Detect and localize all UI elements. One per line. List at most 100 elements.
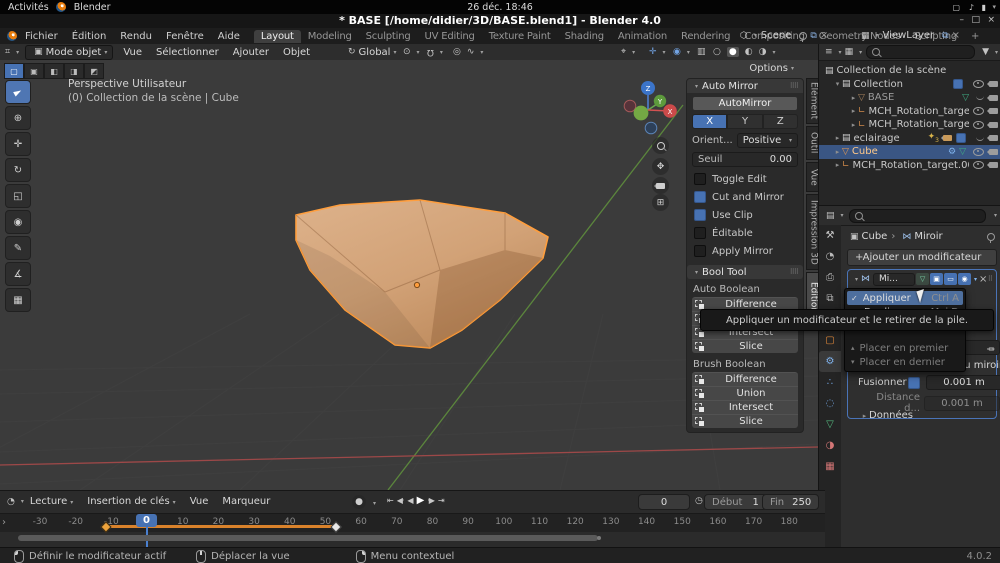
outliner-row-mch-3[interactable]: ▸ ∟ MCH_Rotation_target.001 xyxy=(819,159,1000,173)
bisect-value-field[interactable]: 0.001 m xyxy=(924,396,1000,411)
eyedropper-icon[interactable]: ✎ xyxy=(984,341,996,353)
breadcrumb-modifier[interactable]: Miroir xyxy=(914,231,942,242)
scale-tool[interactable]: ◱ xyxy=(5,184,31,208)
hide-icon[interactable] xyxy=(973,121,984,129)
frame-start-field[interactable]: Début1 xyxy=(704,494,767,510)
select-mode-new[interactable]: ▢ xyxy=(4,63,24,79)
keying-chevron[interactable]: ▾ xyxy=(373,500,376,507)
move-tool[interactable]: ✛ xyxy=(5,132,31,156)
select-mode-intersect[interactable]: ◩ xyxy=(84,63,104,79)
workspace-tab-uv-editing[interactable]: UV Editing xyxy=(418,30,482,43)
axis-x-button[interactable]: X xyxy=(692,114,727,129)
pin-icon[interactable] xyxy=(799,32,807,40)
tab-physics[interactable]: ◌ xyxy=(819,393,841,414)
drag-dots-icon[interactable]: ⠿⠿ xyxy=(790,82,798,90)
menu-fenetre[interactable]: Fenêtre xyxy=(166,31,204,42)
add-modifier-button[interactable]: + Ajouter un modificateur xyxy=(847,249,997,266)
mode-selector[interactable]: ▣ Mode objet▾ xyxy=(25,45,113,60)
tab-texture[interactable]: ▦ xyxy=(819,456,841,477)
play-reverse-button[interactable]: ◀ xyxy=(407,496,412,505)
tab-render[interactable]: ◔ xyxy=(819,246,841,267)
jump-start-button[interactable]: ⇤ xyxy=(387,496,393,505)
menu-item-placer-dernier[interactable]: ▾ Placer en dernier xyxy=(845,355,965,369)
shading-material-icon[interactable]: ◐ xyxy=(745,47,753,57)
menu-rendu[interactable]: Rendu xyxy=(120,31,152,42)
edit-mode-toggle[interactable]: ▣ xyxy=(930,273,943,285)
editor-type-icon[interactable]: ▤ xyxy=(826,211,835,221)
overlays-toggle[interactable]: ◉▾ xyxy=(670,47,690,57)
menu-fichier[interactable]: Fichier xyxy=(25,31,58,42)
current-frame-field[interactable]: 0 xyxy=(638,494,690,510)
apply-mirror-option[interactable]: Apply Mirror xyxy=(694,245,796,257)
select-mode-subtract[interactable]: ◧ xyxy=(44,63,64,79)
tab-output[interactable]: ⎙ xyxy=(819,267,841,288)
delete-scene-icon[interactable]: × xyxy=(820,30,828,41)
render-visibility-icon[interactable] xyxy=(989,108,998,114)
keyframe-diamond-end[interactable] xyxy=(330,521,341,532)
drag-dots-icon[interactable]: ⠿⠿ xyxy=(790,268,798,276)
cut-and-mirror-option[interactable]: Cut and Mirror xyxy=(694,191,796,203)
workspace-tab-animation[interactable]: Animation xyxy=(611,30,674,43)
render-visibility-icon[interactable] xyxy=(989,135,998,141)
expand-icon[interactable]: ▸ xyxy=(833,134,842,142)
play-button[interactable]: ▶ xyxy=(417,495,424,506)
render-visibility-icon[interactable] xyxy=(989,95,998,101)
render-visibility-icon[interactable] xyxy=(989,81,998,87)
toggle-edit-option[interactable]: Toggle Edit xyxy=(694,173,796,185)
axis-y-button[interactable]: Y xyxy=(727,114,762,129)
auto-keying-button[interactable]: ● xyxy=(352,495,366,509)
delete-viewlayer-icon[interactable]: × xyxy=(952,30,960,41)
npanel-tab-element[interactable]: Élément xyxy=(806,78,818,124)
filter-icon[interactable]: ▼ xyxy=(982,47,989,57)
scene-icon[interactable]: ⬡ xyxy=(740,31,748,41)
snap-toggle[interactable]: Ω▾ xyxy=(424,47,443,57)
brush-union-button[interactable]: Union xyxy=(692,386,798,400)
menu-selectionner[interactable]: Sélectionner xyxy=(156,47,219,58)
system-menu-chevron[interactable]: ▾ xyxy=(992,3,996,11)
drag-dots-icon[interactable]: ⠿ xyxy=(988,275,992,283)
merge-value-field[interactable]: 0.001 m xyxy=(926,375,1000,390)
expand-icon[interactable]: ▸ xyxy=(833,161,842,169)
outliner-row-mch-2[interactable]: ▸ ∟ MCH_Rotation_target. xyxy=(819,118,1000,132)
hide-icon[interactable] xyxy=(973,107,984,115)
realtime-toggle[interactable]: ▭ xyxy=(944,273,957,285)
jump-end-button[interactable]: ⇥ xyxy=(438,496,444,505)
extras-chevron[interactable]: ▾ xyxy=(974,276,977,283)
add-workspace-button[interactable]: + xyxy=(964,30,986,43)
render-visibility-icon[interactable] xyxy=(989,122,998,128)
options-chevron[interactable]: ▾ xyxy=(994,212,997,219)
display-mode-icon[interactable]: ▦ xyxy=(845,47,854,57)
outliner-row-eclairage[interactable]: ▸ ▤ eclairage ✦3 xyxy=(819,132,1000,146)
threshold-slider[interactable]: Seuil 0.00 xyxy=(692,152,798,167)
proportional-edit-toggle[interactable]: ◎∿▾ xyxy=(450,47,483,57)
tab-object[interactable]: ▢ xyxy=(819,330,841,351)
timeline-ruler[interactable]: › -30-20-1001020304050607080901001101201… xyxy=(0,513,825,532)
camera-view-button[interactable] xyxy=(652,177,669,194)
scrollbar-handle-dot[interactable] xyxy=(597,536,601,540)
annotate-tool[interactable]: ✎ xyxy=(5,236,31,260)
npanel-tab-vue[interactable]: Vue xyxy=(806,162,818,192)
expand-icon[interactable]: ▸ xyxy=(833,148,842,156)
menu-ajouter[interactable]: Ajouter xyxy=(233,47,269,58)
close-icon[interactable]: × xyxy=(979,274,987,285)
playhead-frame-badge[interactable]: 0 xyxy=(136,514,157,527)
shading-solid-icon[interactable]: ● xyxy=(727,47,739,57)
npanel-tab-impression-3d[interactable]: Impression 3D xyxy=(806,194,818,270)
select-box-tool[interactable]: ► xyxy=(5,80,31,104)
workspace-tab-modeling[interactable]: Modeling xyxy=(301,30,359,43)
add-cube-tool[interactable]: ▦ xyxy=(5,288,31,312)
brush-intersect-button[interactable]: Intersect xyxy=(692,400,798,414)
shading-rendered-icon[interactable]: ◑ xyxy=(759,47,767,57)
perspective-toggle-button[interactable]: ⊞ xyxy=(652,194,669,211)
menu-aide[interactable]: Aide xyxy=(218,31,240,42)
orient-dropdown[interactable]: Positive▾ xyxy=(737,133,798,148)
editor-type-icon[interactable]: ⌗ xyxy=(5,47,10,57)
menu-edition[interactable]: Édition xyxy=(72,31,107,42)
app-menu[interactable]: Blender xyxy=(74,2,111,13)
tab-view-layer[interactable]: ⧉ xyxy=(819,288,841,309)
tab-particles[interactable]: ∴ xyxy=(819,372,841,393)
render-toggle[interactable]: ◉ xyxy=(958,273,971,285)
editable-option[interactable]: Éditable xyxy=(694,227,796,239)
close-button[interactable]: × xyxy=(987,15,995,25)
menu-item-appliquer[interactable]: ✓ Appliquer Ctrl A xyxy=(847,291,963,305)
